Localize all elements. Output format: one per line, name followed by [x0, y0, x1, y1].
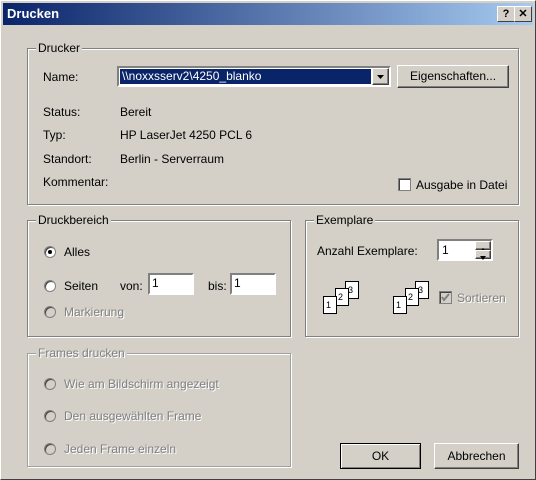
status-value: Bereit — [120, 105, 152, 119]
spinner-up-button[interactable] — [475, 241, 491, 252]
from-page-input[interactable]: 1 — [148, 273, 194, 295]
copies-count-spinner[interactable]: 1 — [437, 239, 493, 261]
collate-checkbox[interactable] — [439, 291, 452, 304]
close-button[interactable]: ✕ — [514, 6, 532, 22]
to-label: bis: — [208, 279, 227, 293]
checkmark-icon — [441, 293, 450, 302]
page-icon-2: 2 — [335, 288, 349, 306]
dialog-title: Drucken — [7, 6, 60, 21]
cancel-button[interactable]: Abbrechen — [434, 443, 519, 469]
ok-button[interactable]: OK — [340, 443, 421, 469]
properties-button[interactable]: Eigenschaften... — [397, 65, 509, 88]
page-icon-1b: 1 — [393, 296, 407, 314]
printer-name-select[interactable]: \\noxxsserv2\4250_blanko — [117, 66, 391, 87]
help-button[interactable]: ? — [497, 6, 515, 22]
radio-frames-each[interactable] — [44, 443, 56, 455]
type-label: Typ: — [43, 128, 66, 142]
copies-count-value: 1 — [442, 243, 449, 257]
radio-frames-selected-label: Den ausgewählten Frame — [64, 409, 202, 423]
page-icon-2b: 2 — [405, 288, 419, 306]
status-label: Status: — [43, 105, 81, 119]
radio-frames-selected[interactable] — [44, 410, 56, 422]
from-label: von: — [120, 279, 143, 293]
printer-name-label: Name: — [43, 70, 79, 84]
page-icon-1: 1 — [323, 296, 337, 314]
title-bar[interactable]: Drucken ? ✕ — [3, 3, 533, 25]
print-to-file-checkbox[interactable] — [398, 178, 411, 191]
location-label: Standort: — [43, 152, 92, 166]
copies-group-label: Exemplare — [314, 213, 376, 227]
radio-frames-each-label: Jeden Frame einzeln — [64, 442, 177, 456]
printer-group-label: Drucker — [36, 41, 83, 55]
radio-all[interactable] — [44, 246, 56, 258]
radio-all-label[interactable]: Alles — [64, 245, 90, 259]
copies-group: Exemplare — [305, 213, 519, 337]
comment-label: Kommentar: — [43, 175, 109, 189]
radio-pages[interactable] — [44, 280, 56, 292]
radio-frames-screen-label: Wie am Bildschirm angezeigt — [64, 377, 219, 391]
radio-selected-dot — [48, 250, 52, 254]
frames-group-label: Frames drucken — [36, 346, 127, 360]
type-value: HP LaserJet 4250 PCL 6 — [120, 128, 253, 142]
chevron-down-icon — [377, 75, 384, 79]
triangle-down-icon — [480, 256, 486, 260]
print-range-group-label: Druckbereich — [36, 213, 111, 227]
location-value: Berlin - Serverraum — [120, 152, 225, 166]
print-dialog: Drucken ? ✕ Drucker Name: \\noxxsserv2\4… — [0, 0, 536, 480]
copies-count-label: Anzahl Exemplare: — [317, 244, 418, 258]
to-page-input[interactable]: 1 — [230, 273, 276, 295]
radio-selection[interactable] — [44, 306, 56, 318]
collate-label: Sortieren — [457, 291, 506, 305]
print-to-file-label[interactable]: Ausgabe in Datei — [416, 178, 507, 192]
radio-pages-label[interactable]: Seiten — [64, 279, 98, 293]
spinner-down-button[interactable] — [475, 250, 491, 260]
dropdown-arrow-button[interactable] — [372, 68, 389, 85]
radio-selection-label: Markierung — [64, 305, 125, 319]
radio-frames-screen[interactable] — [44, 378, 56, 390]
printer-name-value: \\noxxsserv2\4250_blanko — [120, 69, 371, 84]
